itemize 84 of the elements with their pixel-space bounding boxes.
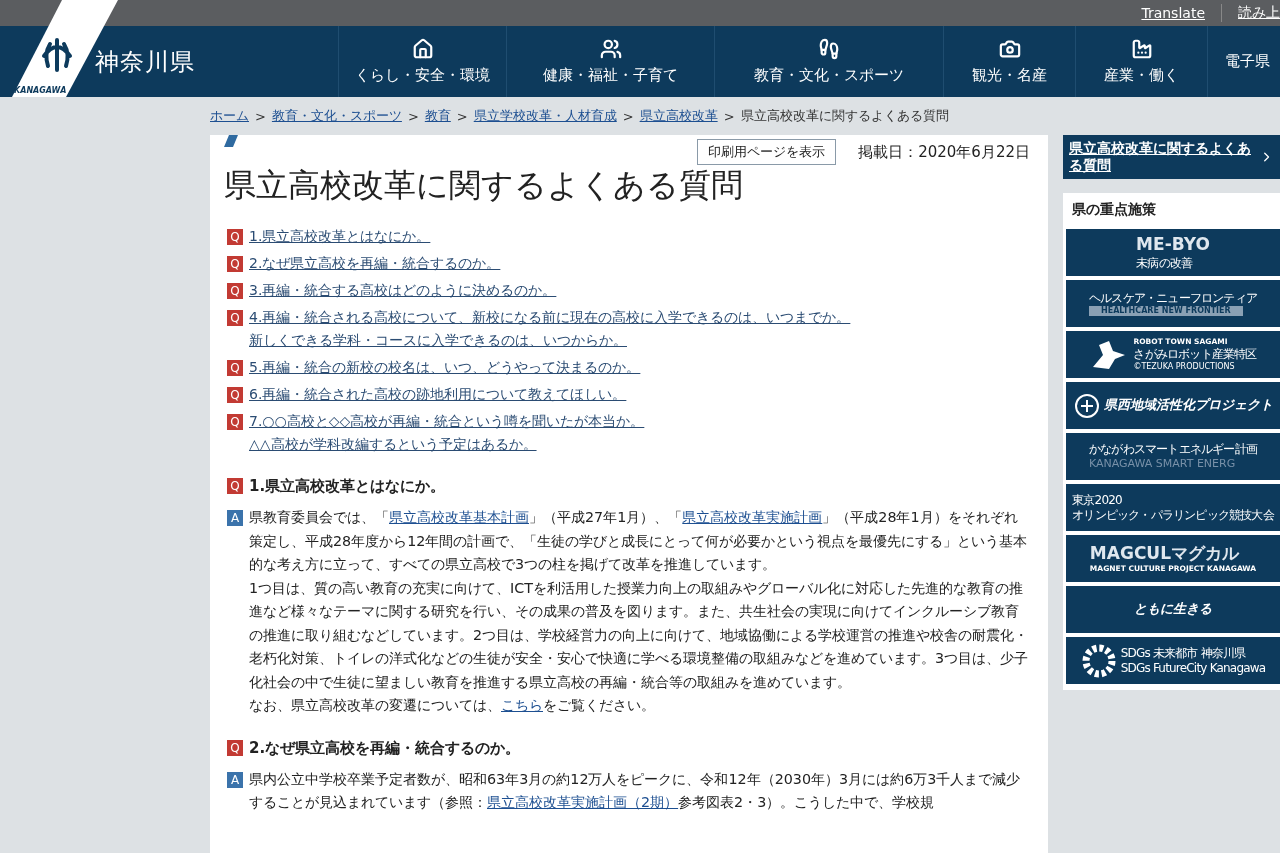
question-badge: Q (227, 739, 243, 756)
nav-item[interactable]: 電子県 (1207, 26, 1280, 97)
question-badge: Q (227, 283, 243, 299)
banner-text: MAGCULマグカル (1089, 543, 1239, 565)
banner[interactable]: ヘルスケア・ニューフロンティア HEALTHCARE NEW FRONTIER (1066, 280, 1280, 327)
banner[interactable]: 県西地域活性化プロジェクト (1066, 382, 1280, 429)
question-link[interactable]: 6.再編・統合された高校の跡地利用について教えてほしい。 (249, 383, 627, 406)
banner-text: ヘルスケア・ニューフロンティア (1089, 291, 1257, 306)
breadcrumb-link[interactable]: 教育 (424, 107, 451, 125)
answer-badge: A (227, 771, 243, 788)
banner-text: 県西地域活性化プロジェクト (1103, 397, 1273, 414)
answer-paragraph: 1つ目は、質の高い教育の充実に向けて、ICTを利活用した授業力向上の取組みやグローバル化に対応した先進的な教育の推進など様々なテーマに関する研究を行い、その成果の普及を図ります。また、共生社会の実現に向けてインクルーシブ教育の推進に取り組むなどしています。2つ目は、学校経営力の向上に向けて、地域協働による学校運営の推進や校舎の耐震化・老朽化対策、トイレの洋式化などの生徒が安全・安心で快適に学べる環境整備の取組みなどを進めています。3つ目は、少子化社会の中で生徒に望ましい教育を推進する県立高校の再編・統合等の取組みを進めています。 (249, 578, 1030, 692)
question-badge: Q (227, 360, 243, 376)
breadcrumb-link[interactable]: 教育・文化・スポーツ (271, 107, 402, 125)
question-link[interactable]: 1.県立高校改革とはなにか。 (249, 225, 431, 248)
banner-text: 未病の改善 (1136, 255, 1193, 271)
breadcrumb-link[interactable]: ホーム (210, 107, 249, 125)
question-heading: 1.県立高校改革とはなにか。 (249, 476, 446, 497)
question-link[interactable]: △△高校が学科改編するという予定はあるか。 (249, 433, 537, 456)
question-link[interactable]: 新しくできる学科・コースに入学できるのは、いつからか。 (249, 329, 627, 352)
question-link[interactable]: 7.○○高校と◇◇高校が再編・統合という噂を聞いたが本当か。 (249, 410, 645, 433)
question-badge: Q (227, 387, 243, 403)
nav-item[interactable]: 産業・働く (1075, 26, 1207, 97)
nav-item[interactable]: 教育・文化・スポーツ (714, 26, 943, 97)
question-badge: Q (227, 414, 243, 430)
breadcrumb-separator: > (407, 108, 419, 124)
page-title: 県立高校改革に関するよくある質問 (224, 165, 744, 205)
question-badge: Q (227, 478, 243, 494)
banner-text: SDGs 未来都市 神奈川県 (1120, 645, 1246, 661)
banner[interactable]: SDGs 未来都市 神奈川県 SDGs FutureCity Kanagawa (1066, 637, 1280, 684)
banner-text: ME-BYO (1136, 234, 1210, 256)
utility-link[interactable]: 読み上 (1221, 4, 1280, 22)
inline-link[interactable]: 県立高校改革実施計画（2期） (487, 794, 679, 810)
house-icon (411, 38, 434, 60)
banner[interactable]: 東京2020 オリンピック・パラリンピック競技大会 (1066, 484, 1280, 531)
question-badge: Q (227, 229, 243, 245)
nav-item[interactable]: くらし・安全・環境 (338, 26, 506, 97)
inline-link[interactable]: 県立高校改革基本計画 (389, 509, 529, 525)
posted-date: 掲載日：2020年6月22日 (858, 142, 1030, 162)
footprints-icon (818, 38, 840, 60)
question-link[interactable]: 3.再編・統合する高校はどのように決めるのか。 (249, 279, 557, 302)
question-link[interactable]: 4.再編・統合される高校について、新校になる前に現在の高校に入学できるのは、いつまでか。 (249, 306, 851, 329)
banner[interactable]: ME-BYO 未病の改善 (1066, 229, 1280, 276)
banner-text: 東京2020 (1072, 492, 1122, 508)
nav-item[interactable]: 観光・名産 (943, 26, 1075, 97)
banner-text: オリンピック・パラリンピック競技大会 (1072, 507, 1274, 523)
breadcrumb-separator: > (723, 108, 735, 124)
banner-text: かながわスマートエネルギー計画 (1089, 442, 1257, 458)
answer-paragraph: 県教育委員会では、「県立高校改革基本計画」（平成27年1月）、「県立高校改革実施計画」（平成28年1月）をそれぞれ策定し、平成28年度から12年間の計画で、「生徒の学びと成長にとって何が必要かという視点を最優先にする」という基本的な考え方に立って、すべての県立高校で3つの柱を掲げて改革を推進しています。 (249, 508, 1029, 574)
banner-text: ともに生きる (1134, 601, 1212, 618)
people-icon (599, 38, 622, 60)
answer-paragraph: 県内公立中学校卒業予定者数が、昭和63年3月の約12万人をピークに、令和12年（2030年）3月には約6万3千人まで減少することが見込まれています（参照：県立高校改革実施計画（2期）参考図表2・3）。こうした中で、学校規 (249, 769, 1022, 812)
breadcrumb-separator: > (456, 108, 468, 124)
inline-link[interactable]: 県立高校改革実施計画 (682, 509, 823, 525)
inline-link[interactable]: こちら (501, 697, 543, 713)
breadcrumb-separator: > (255, 108, 266, 124)
question-heading: 2.なぜ県立高校を再編・統合するのか。 (249, 737, 521, 759)
banner-text: KANAGAWA SMART ENERG (1089, 457, 1236, 471)
logo-caption: KANAGAWA (14, 86, 67, 95)
question-badge: Q (227, 310, 243, 326)
ring-icon (1080, 642, 1117, 679)
banner[interactable]: かながわスマートエネルギー計画 KANAGAWA SMART ENERG (1066, 433, 1280, 480)
utility-link[interactable]: Translate (1125, 5, 1205, 21)
banner-text: ©TEZUKA PRODUCTIONS (1133, 361, 1235, 372)
site-name[interactable]: 神奈川県 (95, 45, 195, 78)
answer-badge: A (227, 510, 243, 526)
question-link[interactable]: 5.再編・統合の新校の校名は、いつ、どうやって決まるのか。 (249, 356, 641, 379)
slash-icon (224, 135, 238, 147)
banner-text: SDGs FutureCity Kanagawa (1120, 660, 1266, 676)
sidebar-heading: 県の重点施策 (1072, 201, 1157, 219)
answer-paragraph: なお、県立高校改革の変遷については、こちら をご覧ください。 (249, 696, 656, 715)
banner[interactable]: ともに生きる (1066, 586, 1280, 633)
question-badge: Q (227, 256, 243, 272)
breadcrumb-link[interactable]: 県立高校改革 (639, 107, 718, 125)
breadcrumb-link[interactable]: 県立学校改革・人材育成 (473, 107, 617, 125)
breadcrumb-current: 県立高校改革に関するよくある質問 (740, 107, 949, 125)
banner-text: さがみロボット産業特区 (1133, 346, 1257, 362)
camera-icon (998, 38, 1021, 60)
nav-item[interactable]: 健康・福祉・子育て (506, 26, 714, 97)
banner-text: HEALTHCARE NEW FRONTIER (1089, 306, 1243, 316)
breadcrumb-separator: > (622, 108, 634, 124)
question-link[interactable]: 2.なぜ県立高校を再編・統合するのか。 (249, 252, 501, 275)
factory-icon (1130, 38, 1153, 60)
print-button[interactable]: 印刷用ページを表示 (697, 139, 837, 165)
